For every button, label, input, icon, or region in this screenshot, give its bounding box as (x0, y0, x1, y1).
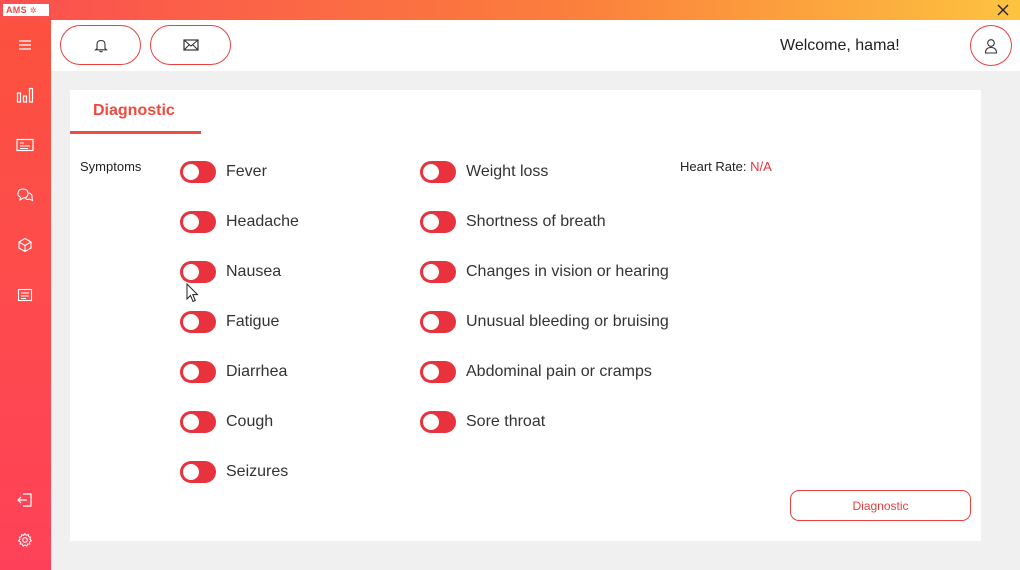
toggle-label: Diarrhea (226, 363, 288, 380)
close-button[interactable] (994, 1, 1012, 19)
logout-icon (17, 493, 32, 507)
toggle-switch[interactable] (180, 261, 216, 283)
app-logo: AMS ✲ (3, 4, 49, 16)
chat-bubbles-icon (17, 188, 34, 202)
toggle-label: Fever (226, 163, 267, 180)
toggle-label: Headache (226, 213, 299, 230)
document-icon (17, 288, 33, 302)
toggle-label: Cough (226, 413, 274, 430)
toggle-switch[interactable] (180, 311, 216, 333)
symptom-toggle-vision-hearing[interactable]: Changes in vision or hearing (420, 260, 669, 284)
bar-chart-icon (16, 87, 34, 103)
toggle-switch[interactable] (420, 361, 456, 383)
gear-icon (17, 532, 33, 547)
close-icon (997, 4, 1009, 16)
symptom-toggle-sore-throat[interactable]: Sore throat (420, 410, 545, 434)
symptom-toggle-diarrhea[interactable]: Diarrhea (180, 360, 287, 384)
top-bar: Welcome, hama! (51, 20, 1020, 71)
sidebar-item-diagnostic[interactable] (13, 233, 37, 257)
toggle-label: Changes in vision or hearing (466, 263, 669, 280)
toggle-switch[interactable] (180, 361, 216, 383)
symptom-toggle-cough[interactable]: Cough (180, 410, 273, 434)
toggle-switch[interactable] (180, 461, 216, 483)
hamburger-icon (19, 40, 31, 50)
toggle-label: Sore throat (466, 413, 546, 430)
user-icon (984, 38, 998, 54)
symptom-toggle-bleeding-bruising[interactable]: Unusual bleeding or bruising (420, 310, 669, 334)
toggle-switch[interactable] (420, 261, 456, 283)
diagnostic-button[interactable]: Diagnostic (790, 490, 971, 521)
toggle-label: Weight loss (466, 163, 549, 180)
toggle-label: Shortness of breath (466, 213, 606, 230)
symptom-toggle-fever[interactable]: Fever (180, 160, 267, 184)
app-logo-text: AMS (6, 5, 27, 15)
toggle-label: Unusual bleeding or bruising (466, 313, 669, 330)
profile-button[interactable] (970, 25, 1012, 66)
symptoms-label: Symptoms (80, 159, 142, 174)
sidebar (0, 20, 51, 570)
app-logo-sub: ✲ (29, 6, 37, 15)
symptom-toggle-abdominal-pain[interactable]: Abdominal pain or cramps (420, 360, 652, 384)
sidebar-item-logout[interactable] (13, 488, 37, 512)
symptom-toggle-headache[interactable]: Headache (180, 210, 299, 234)
id-card-icon (16, 138, 34, 152)
sidebar-item-menu[interactable] (13, 33, 37, 57)
toggle-switch[interactable] (180, 411, 216, 433)
symptom-toggle-seizures[interactable]: Seizures (180, 460, 288, 484)
sidebar-item-records[interactable] (13, 133, 37, 157)
toggle-switch[interactable] (180, 211, 216, 233)
toggle-switch[interactable] (180, 161, 216, 183)
notifications-button[interactable] (60, 25, 141, 65)
sidebar-item-settings[interactable] (13, 528, 37, 552)
toggle-label: Abdominal pain or cramps (466, 363, 652, 380)
envelope-icon (182, 39, 199, 51)
heart-rate-value: N/A (750, 159, 772, 174)
mouse-cursor-icon (186, 283, 199, 303)
sidebar-item-stats[interactable] (13, 83, 37, 107)
sidebar-item-chat[interactable] (13, 183, 37, 207)
sidebar-item-notes[interactable] (13, 283, 37, 307)
toggle-switch[interactable] (420, 411, 456, 433)
welcome-text: Welcome, hama! (780, 37, 900, 54)
toggle-switch[interactable] (420, 311, 456, 333)
title-bar: AMS ✲ (0, 0, 1020, 20)
toggle-switch[interactable] (420, 211, 456, 233)
toggle-label: Seizures (226, 463, 289, 480)
toggle-label: Fatigue (226, 313, 280, 330)
heart-rate: Heart Rate: N/A (680, 159, 772, 174)
symptom-toggle-fatigue[interactable]: Fatigue (180, 310, 279, 334)
messages-button[interactable] (150, 25, 231, 65)
symptom-toggle-shortness-of-breath[interactable]: Shortness of breath (420, 210, 606, 234)
bell-icon (93, 39, 108, 52)
symptom-toggle-nausea[interactable]: Nausea (180, 260, 281, 284)
cube-icon (18, 237, 32, 253)
tab-underline (70, 131, 201, 134)
toggle-switch[interactable] (420, 161, 456, 183)
heart-rate-label: Heart Rate: (680, 159, 747, 174)
diagnostic-card: Diagnostic Symptoms Fever Headache Nause… (70, 90, 981, 541)
tab-diagnostic-label: Diagnostic (93, 102, 175, 119)
symptom-toggle-weight-loss[interactable]: Weight loss (420, 160, 548, 184)
toggle-label: Nausea (226, 263, 282, 280)
tab-diagnostic[interactable]: Diagnostic (70, 90, 201, 135)
